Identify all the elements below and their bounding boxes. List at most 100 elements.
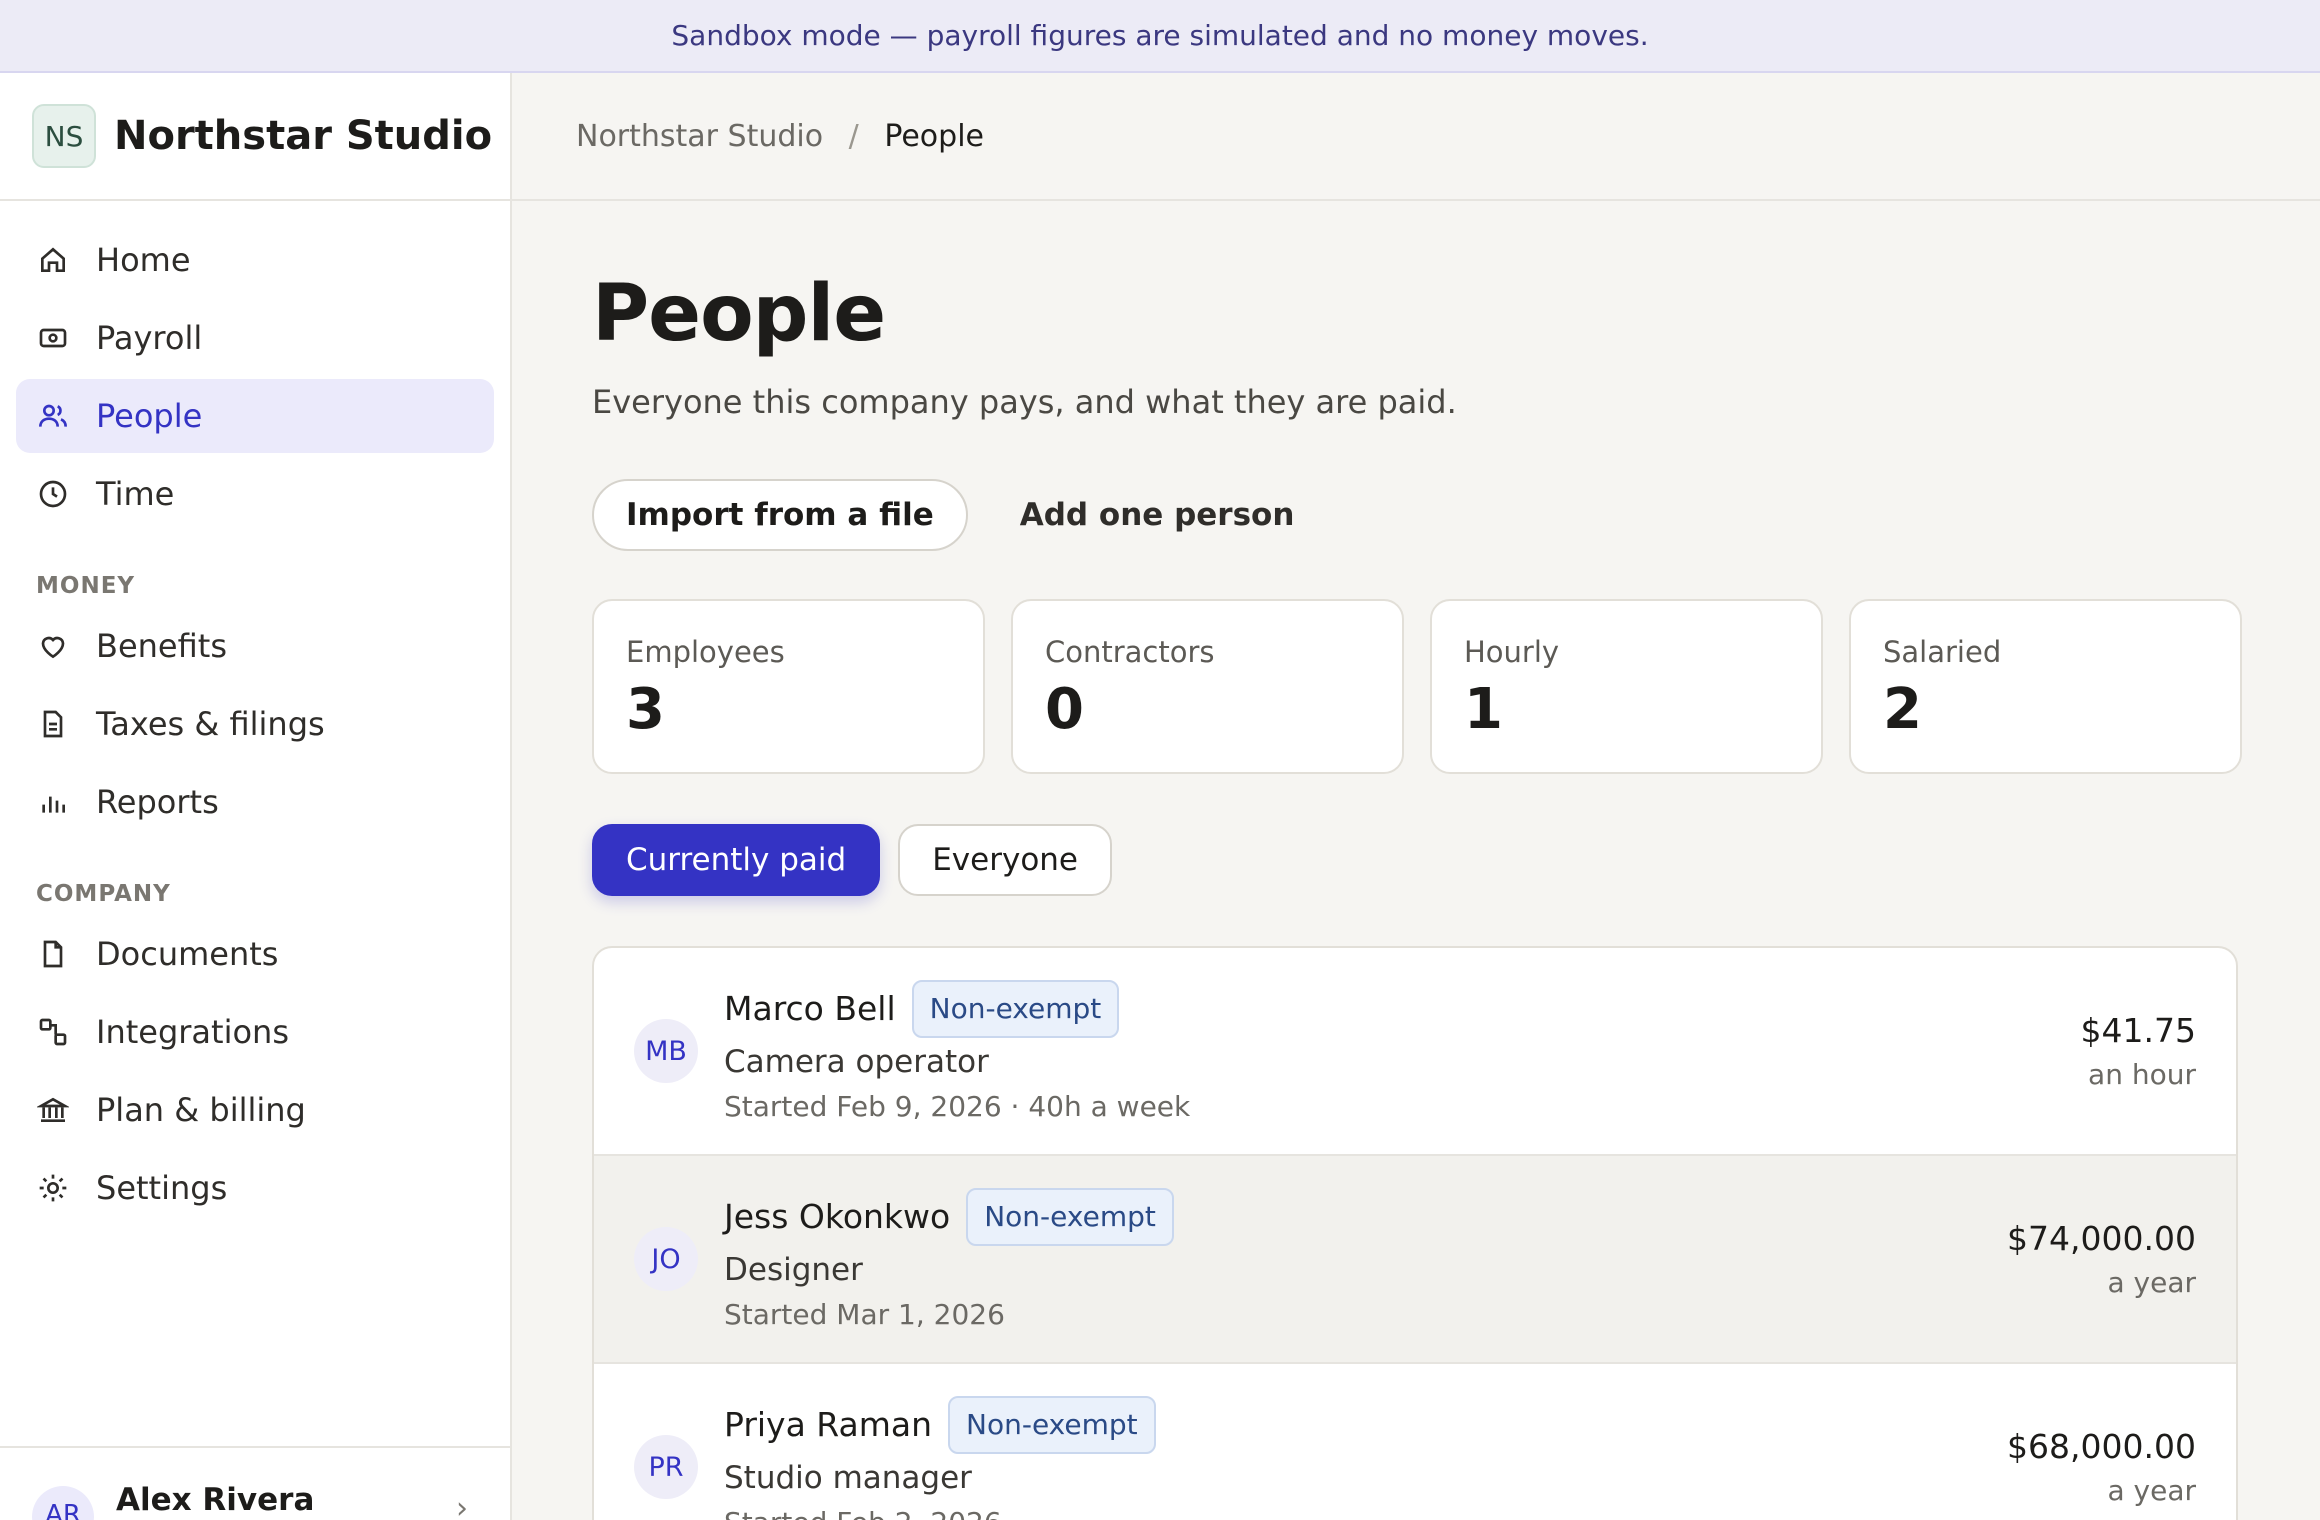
sidebar-item-time[interactable]: Time [16, 457, 494, 531]
sidebar-item-people[interactable]: People [16, 379, 494, 453]
main-content: People Everyone this company pays, and w… [592, 201, 2242, 1520]
sidebar-item-label: Plan & billing [96, 1091, 306, 1129]
sidebar-item-label: Payroll [96, 319, 203, 357]
bar-chart-icon [36, 785, 70, 819]
filter-tabs: Currently paid Everyone [592, 824, 2242, 896]
people-list: MB Marco Bell Non-exempt Camera operator… [592, 946, 2238, 1520]
sidebar-item-payroll[interactable]: Payroll [16, 301, 494, 375]
breadcrumb-current: People [884, 118, 984, 154]
stat-card-contractors: Contractors 0 [1011, 599, 1404, 774]
status-badge: Non-exempt [966, 1187, 1174, 1246]
stat-value: 1 [1464, 677, 1503, 742]
pay-rate: $68,000.00 a year [2007, 1427, 2196, 1507]
file-icon [36, 937, 70, 971]
person-info: Marco Bell Non-exempt Camera operator St… [724, 979, 2236, 1123]
sidebar-item-integrations[interactable]: Integrations [16, 995, 494, 1069]
stats-row: Employees 3 Contractors 0 Hourly 1 Salar… [592, 599, 2242, 774]
sidebar-item-label: Benefits [96, 627, 227, 665]
sidebar-item-label: Settings [96, 1169, 228, 1207]
person-meta: Started Feb 9, 2026 · 40h a week [724, 1089, 1191, 1123]
pay-period: an hour [2088, 1058, 2196, 1091]
import-file-button[interactable]: Import from a file [592, 479, 968, 551]
sidebar-item-label: Documents [96, 935, 279, 973]
stat-value: 3 [626, 677, 665, 742]
sidebar-item-label: Integrations [96, 1013, 289, 1051]
person-meta: Started Feb 2, 2026 [724, 1506, 2236, 1520]
pay-rate: $41.75 an hour [2081, 1011, 2196, 1091]
pay-period: a year [2107, 1474, 2196, 1507]
sidebar-item-label: Reports [96, 783, 219, 821]
page-actions: Import from a file Add one person [592, 479, 2242, 551]
page-subtitle: Everyone this company pays, and what the… [592, 383, 1457, 421]
brand-name: Northstar Studio [114, 113, 493, 159]
breadcrumb-separator: / [848, 118, 859, 154]
sidebar-item-billing[interactable]: Plan & billing [16, 1073, 494, 1147]
pay-amount: $41.75 [2080, 1011, 2196, 1050]
sidebar-item-label: Taxes & filings [96, 705, 325, 743]
sidebar-item-reports[interactable]: Reports [16, 765, 494, 839]
stat-label: Hourly [1464, 635, 1560, 669]
filter-everyone[interactable]: Everyone [898, 824, 1113, 896]
heart-icon [36, 629, 70, 663]
people-icon [36, 399, 70, 433]
person-name[interactable]: Marco Bell [724, 989, 896, 1028]
breadcrumb-parent[interactable]: Northstar Studio [576, 119, 823, 154]
status-badge: Non-exempt [948, 1395, 1156, 1454]
stat-value: 0 [1045, 677, 1084, 742]
list-item[interactable]: PR Priya Raman Non-exempt Studio manager… [594, 1364, 2236, 1520]
list-item[interactable]: JO Jess Okonkwo Non-exempt Designer Star… [594, 1156, 2236, 1364]
home-icon [36, 243, 70, 277]
avatar: PR [634, 1435, 698, 1499]
person-name[interactable]: Priya Raman [724, 1405, 932, 1444]
pay-rate: $74,000.00 a year [2007, 1219, 2196, 1299]
stat-card-salaried: Salaried 2 [1849, 599, 2242, 774]
pay-amount: $74,000.00 [2007, 1219, 2196, 1258]
nav-section-company: COMPANY [36, 881, 171, 907]
user-menu[interactable]: AR Alex Rivera › [0, 1446, 510, 1520]
sidebar-item-label: Home [96, 241, 191, 279]
add-person-button[interactable]: Add one person [1020, 497, 1295, 533]
sidebar-nav: Home Payroll People Time MONEY Benefits [0, 201, 510, 1225]
stat-label: Contractors [1045, 635, 1215, 669]
filter-currently-paid[interactable]: Currently paid [592, 824, 881, 896]
sidebar-item-benefits[interactable]: Benefits [16, 609, 494, 683]
avatar: JO [634, 1227, 698, 1291]
sidebar-item-label: Time [96, 475, 175, 513]
sidebar-item-label: People [96, 397, 203, 435]
sidebar-item-taxes[interactable]: Taxes & filings [16, 687, 494, 761]
integrations-icon [36, 1015, 70, 1049]
breadcrumb: Northstar Studio / People [576, 119, 984, 154]
topbar: Northstar Studio / People [512, 73, 2320, 201]
user-name: Alex Rivera [116, 1482, 315, 1518]
bank-icon [36, 1093, 70, 1127]
gear-icon [36, 1171, 70, 1205]
payroll-icon [36, 321, 70, 355]
stat-card-employees: Employees 3 [592, 599, 985, 774]
clock-icon [36, 477, 70, 511]
list-item[interactable]: MB Marco Bell Non-exempt Camera operator… [594, 948, 2236, 1156]
avatar: AR [32, 1486, 94, 1520]
pay-amount: $68,000.00 [2007, 1427, 2196, 1466]
chevron-right-icon: › [456, 1491, 468, 1520]
sidebar-item-settings[interactable]: Settings [16, 1151, 494, 1225]
stat-card-hourly: Hourly 1 [1430, 599, 1823, 774]
sidebar: NS Northstar Studio Home Payroll People [0, 73, 512, 1520]
brand[interactable]: NS Northstar Studio [0, 73, 510, 201]
sandbox-banner: Sandbox mode — payroll figures are simul… [0, 0, 2320, 73]
person-name[interactable]: Jess Okonkwo [724, 1197, 950, 1236]
stat-value: 2 [1883, 677, 1922, 742]
stat-label: Employees [626, 635, 785, 669]
sidebar-item-documents[interactable]: Documents [16, 917, 494, 991]
stat-label: Salaried [1883, 635, 2002, 669]
nav-section-money: MONEY [36, 573, 136, 599]
page-title: People [592, 269, 886, 359]
pay-period: a year [2107, 1266, 2196, 1299]
avatar: MB [634, 1019, 698, 1083]
document-icon [36, 707, 70, 741]
status-badge: Non-exempt [911, 979, 1120, 1038]
person-meta: Started Mar 1, 2026 [724, 1297, 1005, 1331]
sandbox-banner-text: Sandbox mode — payroll figures are simul… [671, 19, 1649, 52]
sidebar-item-home[interactable]: Home [16, 223, 494, 297]
brand-logo: NS [32, 104, 96, 168]
person-role: Camera operator [724, 1043, 989, 1080]
